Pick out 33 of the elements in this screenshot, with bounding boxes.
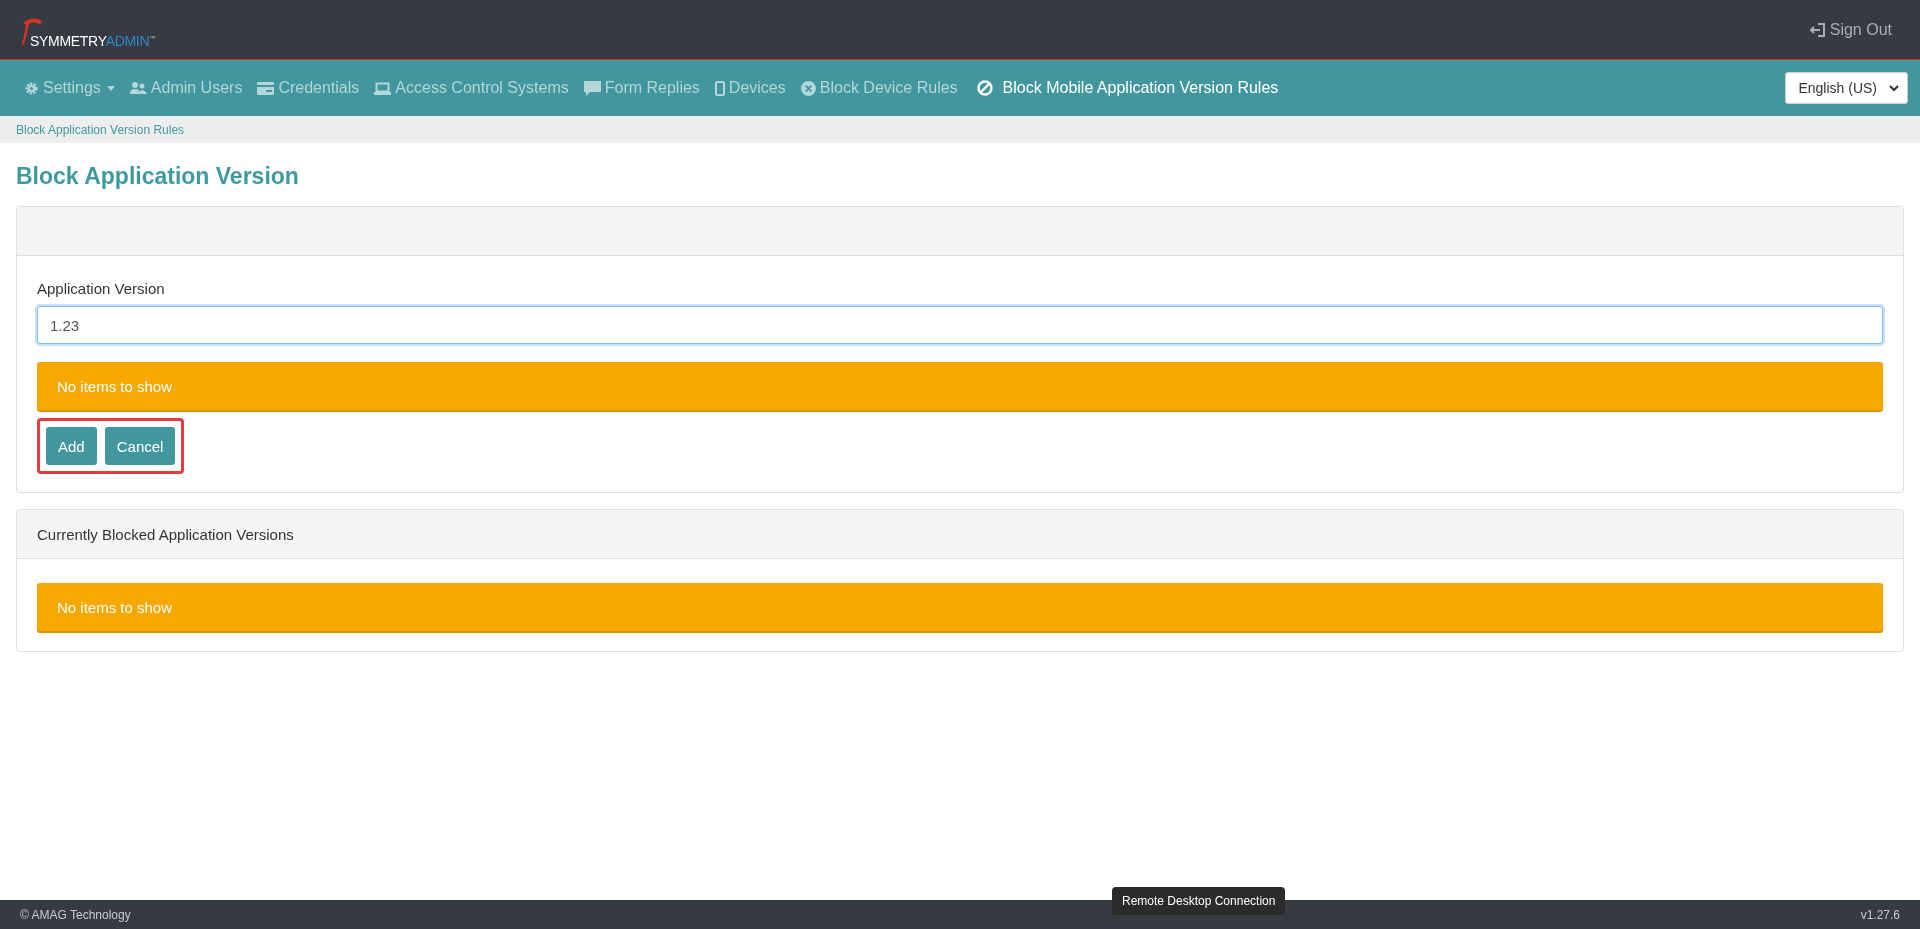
breadcrumb-link[interactable]: Block Application Version Rules <box>16 122 185 137</box>
empty-alert: No items to show <box>37 583 1883 633</box>
nav-item[interactable]: Devices <box>714 79 786 97</box>
logo-wordmark: SYMMETRYADMIN$^{™}$ <box>30 32 155 49</box>
card-heading: Currently Blocked Application Versions <box>37 525 294 543</box>
tooltip: Remote Desktop Connection <box>1112 887 1286 915</box>
phone-icon <box>714 80 725 96</box>
add-button[interactable]: Add <box>46 427 97 465</box>
chevron-down-icon <box>1889 84 1899 92</box>
block-icon <box>976 80 993 96</box>
sign-out-icon <box>1809 22 1826 37</box>
nav-item[interactable]: Credentials <box>257 79 360 97</box>
nav-item[interactable]: Access Control Systems <box>374 79 569 97</box>
users-icon <box>129 81 147 95</box>
sign-out-link[interactable]: Sign Out <box>1809 20 1892 39</box>
laptop-icon <box>374 81 392 95</box>
gear-icon <box>24 80 39 96</box>
chat-icon <box>583 80 601 96</box>
empty-alert: No items to show <box>37 362 1883 412</box>
input-field[interactable]: 1.23 <box>37 306 1883 344</box>
card-icon <box>257 81 275 95</box>
close-circle-icon <box>800 80 816 96</box>
nav-item[interactable]: Settings <box>24 79 115 97</box>
nav-item[interactable]: Form Replies <box>583 79 700 97</box>
nav-item[interactable]: Admin Users <box>129 79 243 97</box>
nav-item[interactable]: Block Device Rules <box>800 79 958 97</box>
copyright-text: © AMAG Technology <box>20 907 131 922</box>
field-label: Application Version <box>37 280 166 297</box>
cancel-button[interactable]: Cancel <box>104 427 176 465</box>
page-title: Block Application Version <box>16 163 300 190</box>
nav-item[interactable]: Block Mobile Application Version Rules <box>976 79 1279 97</box>
language-select[interactable]: English (US) <box>1785 72 1908 104</box>
version-text: v1.27.6 <box>1860 907 1900 922</box>
